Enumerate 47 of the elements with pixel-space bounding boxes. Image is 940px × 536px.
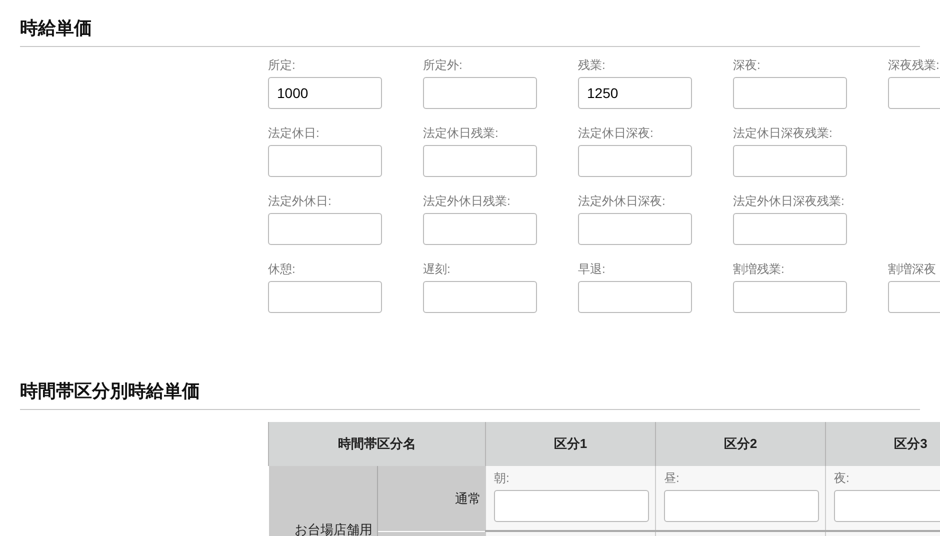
field-label: 所定外: [423,57,464,73]
input-field[interactable] [423,77,537,109]
field-label: 休憩: [268,261,296,277]
input-field[interactable] [733,213,847,245]
field-label: 深夜: [733,57,762,73]
input-field[interactable] [423,213,537,245]
field-label: 深夜残業: [888,57,940,73]
input-field[interactable] [423,281,537,313]
field-label: 法定外休日残業: [423,193,512,209]
field-label: 法定外休日深夜: [578,193,666,209]
field-label: 遅刻: [423,261,452,277]
input-field[interactable] [268,281,382,313]
field-label: 法定外休日深夜残業: [733,193,846,209]
field-label: 昼: [664,470,680,486]
field-label: 割増残業: [733,261,786,277]
input-field[interactable]: 1250 [578,77,692,109]
input-field[interactable] [578,213,692,245]
input-field[interactable] [578,281,692,313]
field-label: 朝: [494,470,510,486]
column-header: 区分1 [486,422,656,466]
column-header: 区分2 [656,422,826,466]
input-field[interactable] [664,490,819,522]
input-field[interactable] [733,281,847,313]
field-label: 法定休日残業: [423,125,500,141]
input-field[interactable]: 1000 [268,77,382,109]
input-field[interactable] [733,77,847,109]
input-field[interactable] [733,145,847,177]
field-label: 法定休日: [268,125,320,141]
field-label: 残業: [578,57,606,73]
input-field[interactable] [268,145,382,177]
field-label: 法定休日深夜: [578,125,654,141]
column-header: 区分3 [826,422,940,466]
input-field[interactable] [578,145,692,177]
input-field[interactable] [494,490,649,522]
field-label: 早退: [578,261,606,277]
field-label: 法定外休日: [268,193,332,209]
section-heading: 時給単価 [20,17,92,40]
row-group-cell: お台場店舗用 [268,466,377,536]
field-label: 夜: [834,470,850,486]
row-label-cell: 通常 [377,466,486,531]
input-field[interactable] [268,213,382,245]
field-label: 法定休日深夜残業: [733,125,834,141]
field-label: 所定: [268,57,296,73]
field-label: 割増深夜 [888,261,937,277]
input-field[interactable] [423,145,537,177]
column-header: 時間帯区分名 [268,422,486,466]
section-heading: 時間帯区分別時給単価 [20,380,200,403]
